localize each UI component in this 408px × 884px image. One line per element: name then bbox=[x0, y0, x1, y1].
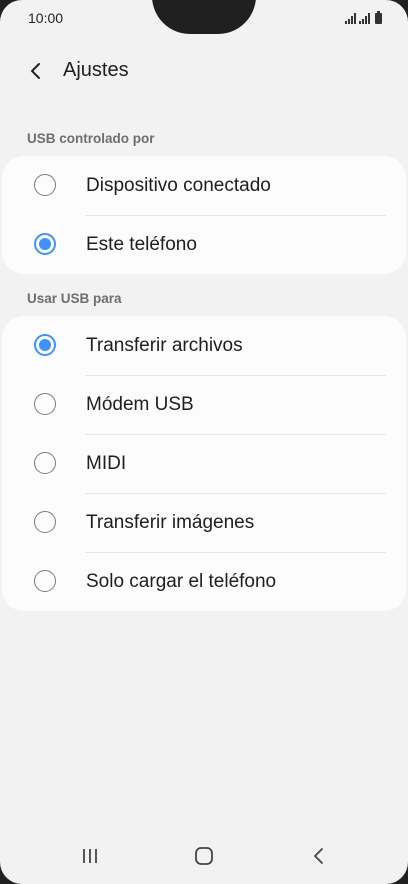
status-icons bbox=[345, 11, 382, 24]
recent-apps-icon bbox=[83, 849, 97, 863]
radio-button[interactable] bbox=[34, 392, 56, 415]
option-midi[interactable]: MIDI bbox=[2, 434, 406, 493]
option-label: Solo cargar el teléfono bbox=[86, 571, 277, 592]
option-label: MIDI bbox=[86, 453, 127, 474]
status-time: 10:00 bbox=[28, 10, 64, 26]
option-label: Transferir archivos bbox=[86, 335, 243, 356]
option-solo-cargar[interactable]: Solo cargar el teléfono bbox=[2, 552, 406, 611]
header: Ajustes bbox=[0, 52, 408, 92]
screen: 10:00 Ajustes USB controlado por Disposi… bbox=[0, 0, 408, 884]
recent-apps-button[interactable] bbox=[70, 842, 110, 870]
option-dispositivo-conectado[interactable]: Dispositivo conectado bbox=[2, 156, 406, 215]
use-usb-for-card: Transferir archivos Módem USB MIDI Trans… bbox=[2, 316, 406, 611]
back-button[interactable] bbox=[22, 56, 52, 86]
signal-icon bbox=[359, 13, 370, 24]
radio-button[interactable] bbox=[34, 173, 56, 196]
status-bar: 10:00 bbox=[0, 0, 408, 36]
option-label: Módem USB bbox=[86, 394, 194, 415]
home-icon bbox=[195, 847, 213, 865]
option-label: Transferir imágenes bbox=[86, 512, 255, 533]
back-nav-button[interactable] bbox=[298, 842, 338, 870]
option-transferir-archivos[interactable]: Transferir archivos bbox=[2, 316, 406, 375]
option-transferir-imagenes[interactable]: Transferir imágenes bbox=[2, 493, 406, 552]
option-label: Este teléfono bbox=[86, 234, 197, 255]
option-modem-usb[interactable]: Módem USB bbox=[2, 375, 406, 434]
radio-button[interactable] bbox=[34, 510, 56, 533]
back-icon bbox=[314, 848, 323, 864]
navigation-bar bbox=[0, 832, 408, 880]
signal-icon bbox=[345, 13, 356, 24]
radio-button[interactable] bbox=[34, 569, 56, 592]
option-label: Dispositivo conectado bbox=[86, 175, 271, 196]
usb-controlled-by-card: Dispositivo conectado Este teléfono bbox=[2, 156, 406, 274]
chevron-left-icon bbox=[31, 63, 40, 79]
section-label-use-usb-for: Usar USB para bbox=[27, 291, 122, 306]
section-label-usb-controlled-by: USB controlado por bbox=[27, 131, 155, 146]
camera-notch bbox=[152, 0, 256, 34]
option-este-telefono[interactable]: Este teléfono bbox=[2, 215, 406, 274]
page-title: Ajustes bbox=[63, 59, 129, 81]
radio-button-selected[interactable] bbox=[34, 333, 56, 356]
home-button[interactable] bbox=[184, 842, 224, 870]
battery-icon bbox=[375, 11, 382, 24]
radio-button[interactable] bbox=[34, 451, 56, 474]
radio-button-selected[interactable] bbox=[34, 232, 56, 255]
